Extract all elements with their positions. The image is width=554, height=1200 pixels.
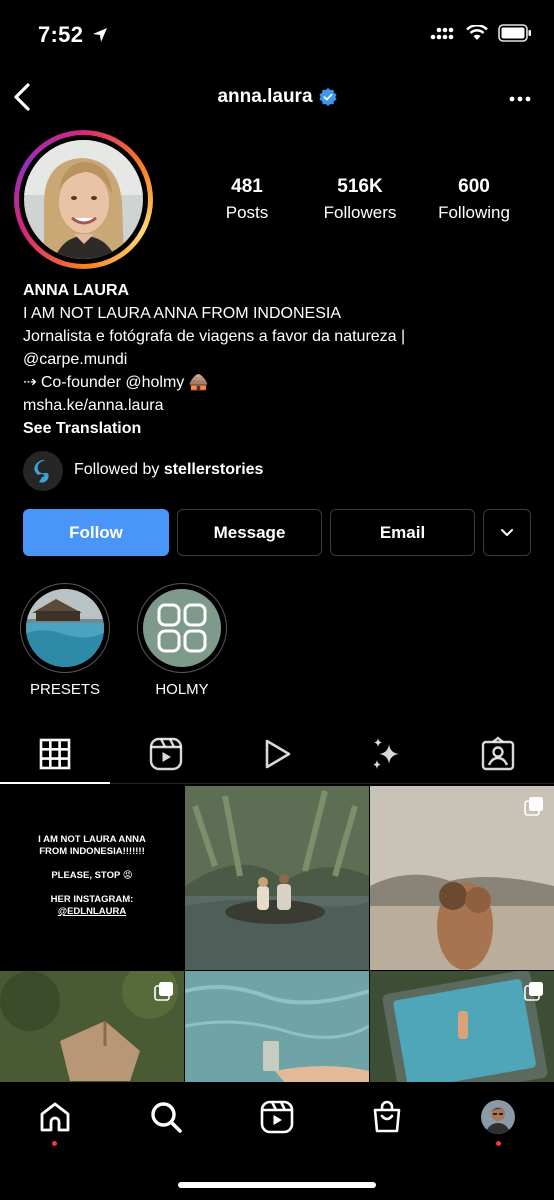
grid-post[interactable]: I AM NOT LAURA ANNA FROM INDONESIA!!!!!!… — [0, 786, 184, 970]
effects-icon[interactable] — [369, 736, 405, 772]
profile-avatar[interactable] — [14, 130, 153, 269]
username: anna.laura — [217, 86, 313, 107]
posts-count: 481 — [231, 176, 263, 197]
highlight-holmy-cover — [143, 589, 221, 667]
posts-label: Posts — [225, 203, 269, 222]
video-icon[interactable] — [259, 736, 295, 772]
bio-line: Jornalista e fotógrafa de viagens a favo… — [23, 328, 406, 345]
grid-post[interactable] — [185, 786, 369, 970]
see-translation-link[interactable]: See Translation — [23, 417, 543, 440]
followers-count: 516K — [337, 176, 383, 197]
status-icons — [430, 24, 532, 42]
followed-by-text[interactable]: Followed by stellerstories — [74, 461, 263, 479]
wifi-icon — [466, 25, 488, 40]
chevron-down-icon — [501, 529, 513, 536]
bottom-nav — [0, 1082, 554, 1200]
highlight-presets[interactable]: PRESETS — [19, 583, 111, 698]
bio-website-link[interactable]: msha.ke/anna.laura — [23, 394, 543, 417]
tagged-icon[interactable] — [480, 736, 516, 772]
followers-stat[interactable]: 516K Followers — [305, 176, 415, 223]
profile-name: ANNA LAURA — [23, 282, 130, 299]
posts-stat[interactable]: 481 Posts — [192, 176, 302, 223]
multiple-photos-icon — [524, 982, 543, 1001]
profile-icon[interactable] — [481, 1100, 515, 1134]
battery-icon — [498, 24, 531, 42]
following-count: 600 — [458, 176, 490, 197]
email-button[interactable]: Email — [330, 509, 475, 556]
verified-icon — [318, 88, 337, 106]
highlight-label: HOLMY — [155, 681, 209, 698]
followers-label: Followers — [323, 203, 397, 222]
search-icon[interactable] — [149, 1100, 183, 1134]
following-label: Following — [438, 203, 510, 222]
signal-icon — [430, 27, 454, 40]
reels-nav-icon[interactable] — [260, 1100, 294, 1134]
followed-by-user: stellerstories — [163, 461, 264, 478]
follower-avatar[interactable] — [23, 451, 63, 491]
profile-username-header: anna.laura — [0, 86, 554, 108]
shop-icon[interactable] — [370, 1100, 404, 1134]
location-arrow-icon — [92, 28, 107, 42]
multiple-photos-icon — [154, 982, 173, 1001]
profile-bio: ANNA LAURA I AM NOT LAURA ANNA FROM INDO… — [23, 279, 543, 440]
status-time: 7:52 — [38, 22, 108, 48]
profile-avatar-icon — [481, 1100, 515, 1134]
reels-icon[interactable] — [148, 736, 184, 772]
follow-button[interactable]: Follow — [23, 509, 169, 556]
stellerstories-logo-icon — [34, 459, 49, 483]
home-notification-dot — [52, 1141, 57, 1146]
highlight-label: PRESETS — [29, 681, 101, 698]
profile-notification-dot — [496, 1141, 501, 1146]
grid-post[interactable] — [370, 786, 554, 970]
home-indicator — [178, 1182, 376, 1188]
suggested-dropdown-button[interactable] — [483, 509, 531, 556]
active-tab-indicator — [0, 782, 110, 784]
multiple-photos-icon — [524, 797, 543, 816]
bio-mention-link[interactable]: @carpe.mundi — [23, 348, 543, 371]
grid-icon[interactable] — [37, 736, 73, 772]
message-button[interactable]: Message — [177, 509, 322, 556]
holmy-logo-icon — [143, 589, 221, 667]
avatar-photo — [24, 140, 143, 259]
home-icon[interactable] — [38, 1100, 72, 1134]
highlight-presets-cover — [26, 589, 104, 667]
following-stat[interactable]: 600 Following — [419, 176, 529, 223]
more-icon[interactable] — [508, 94, 532, 104]
bio-line: ⇢ Co-founder @holmy 🛖 — [23, 374, 209, 391]
bio-line: I AM NOT LAURA ANNA FROM INDONESIA — [23, 305, 341, 322]
post-photo — [185, 786, 369, 970]
highlight-holmy[interactable]: HOLMY — [136, 583, 228, 698]
